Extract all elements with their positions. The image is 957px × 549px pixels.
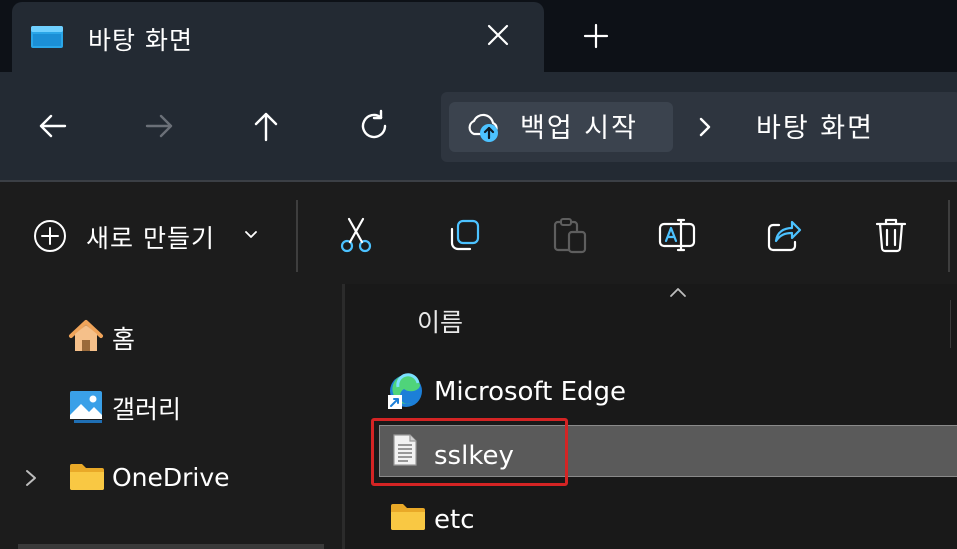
toolbar-separator <box>296 200 298 272</box>
sort-ascending-icon <box>670 288 686 297</box>
breadcrumb-backup-label: 백업 시작 <box>520 113 638 144</box>
sidebar-item-home[interactable]: 홈 <box>112 320 135 356</box>
sidebar-item-gallery[interactable]: 갤러리 <box>112 390 181 426</box>
copy-icon[interactable] <box>444 215 484 255</box>
sidebar-item-onedrive[interactable]: OneDrive <box>112 463 230 492</box>
toolbar-separator <box>948 200 950 272</box>
refresh-icon[interactable] <box>356 108 392 144</box>
new-button-label: 새로 만들기 <box>86 224 215 253</box>
breadcrumb-desktop[interactable]: 바탕 화면 <box>756 106 874 145</box>
folder-icon <box>391 504 425 530</box>
folder-icon <box>70 464 104 490</box>
column-header-name[interactable]: 이름 <box>417 303 463 339</box>
delete-icon[interactable] <box>871 215 911 255</box>
plus-icon[interactable] <box>582 22 610 50</box>
cut-icon[interactable] <box>336 215 376 255</box>
column-divider[interactable] <box>950 300 951 348</box>
arrow-left-icon[interactable] <box>35 108 71 144</box>
edge-icon <box>388 373 422 409</box>
text-document-icon <box>393 434 417 466</box>
sidebar-scrollbar[interactable] <box>18 544 324 549</box>
chevron-right-icon[interactable] <box>696 113 714 141</box>
share-icon[interactable] <box>764 215 804 255</box>
file-name[interactable]: sslkey <box>434 441 514 471</box>
home-icon <box>69 320 103 351</box>
desktop-folder-icon <box>31 26 63 48</box>
gallery-icon <box>70 391 102 423</box>
chevron-right-icon[interactable] <box>24 468 38 488</box>
close-icon[interactable] <box>485 22 511 48</box>
file-name[interactable]: Microsoft Edge <box>434 377 626 407</box>
paste-icon[interactable] <box>550 215 590 255</box>
circle-plus-icon <box>34 220 66 252</box>
rename-icon[interactable] <box>657 215 697 255</box>
cloud-upload-icon <box>468 113 498 142</box>
chevron-down-icon <box>245 231 257 238</box>
tab-title: 바탕 화면 <box>88 26 193 55</box>
arrow-right-icon[interactable] <box>141 108 177 144</box>
arrow-up-icon[interactable] <box>248 108 284 144</box>
file-name[interactable]: etc <box>434 505 475 535</box>
